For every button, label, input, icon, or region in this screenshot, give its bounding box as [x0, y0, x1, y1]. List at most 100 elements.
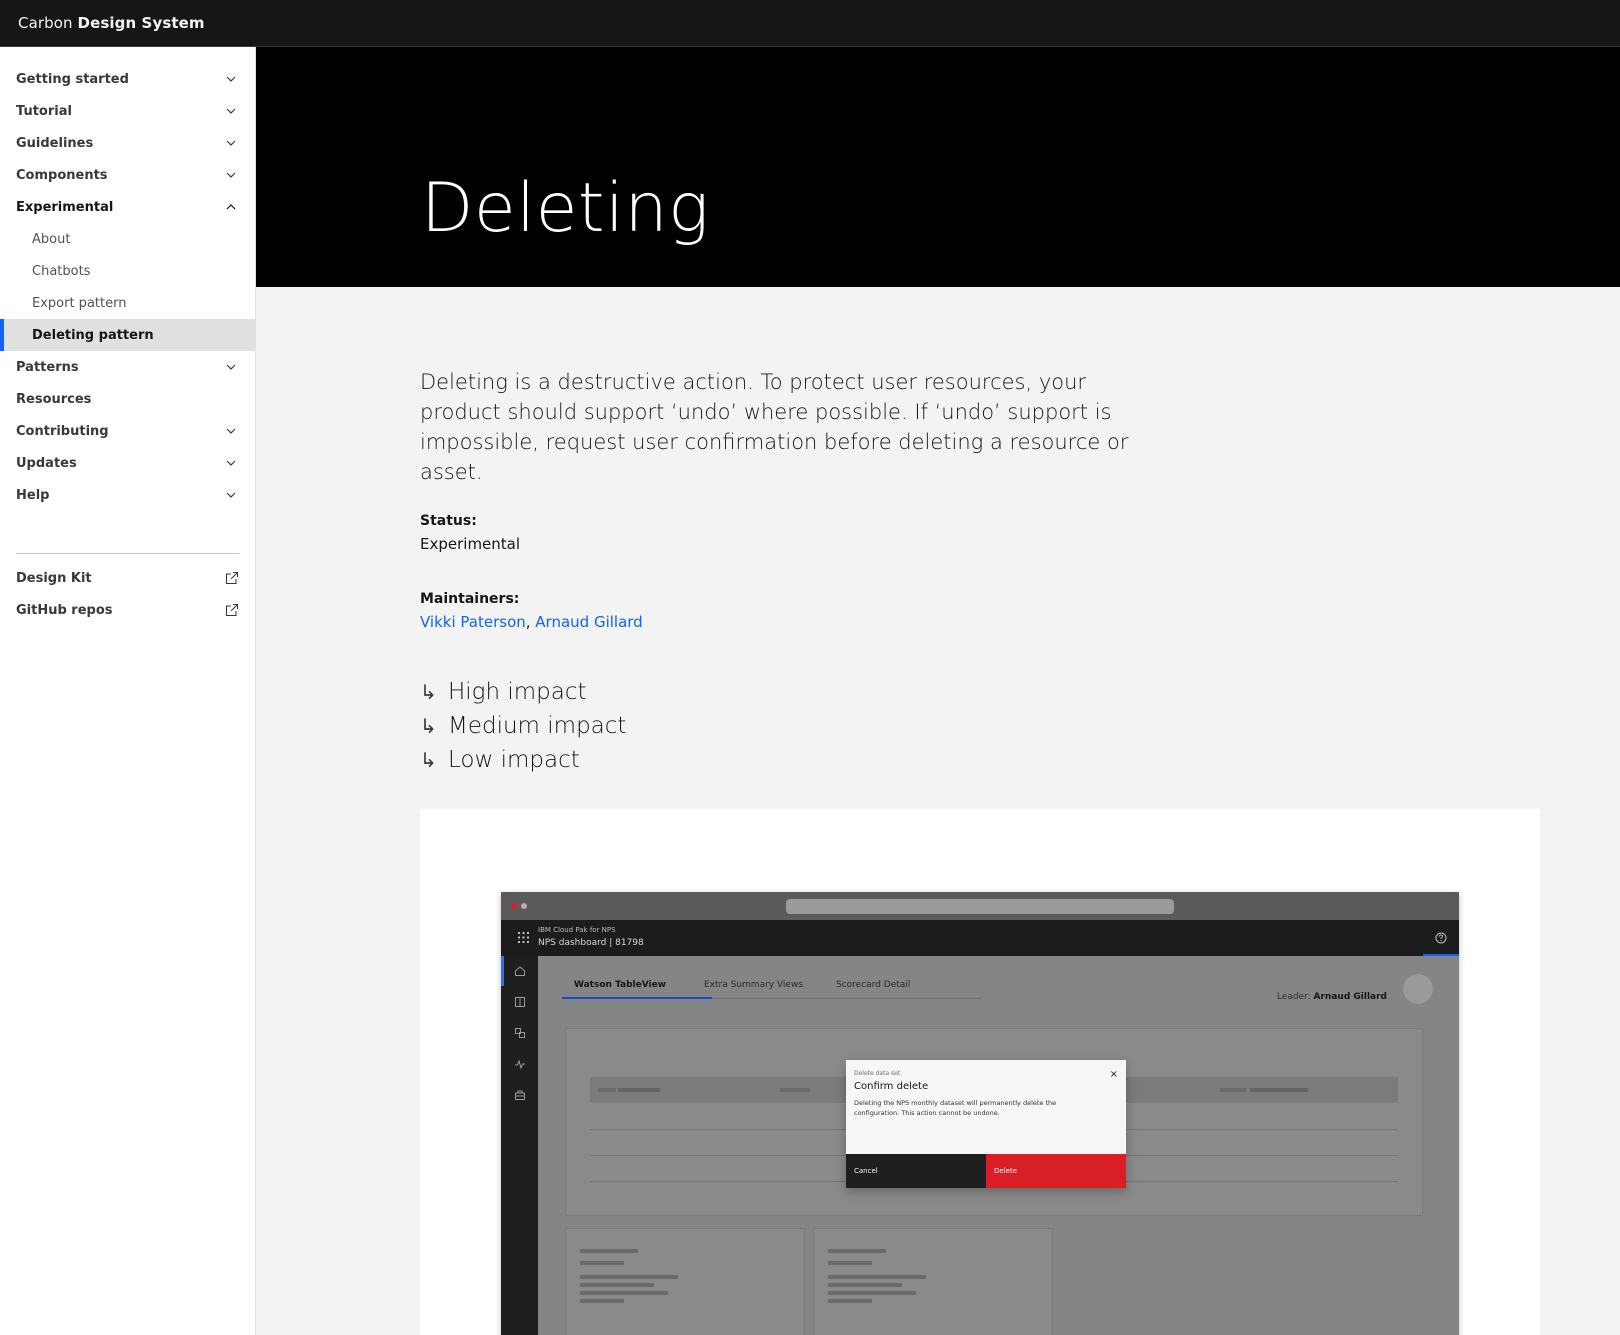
placeholder-bar: [828, 1291, 916, 1295]
mock-avatar: [1403, 974, 1433, 1004]
rail-active-indicator: [501, 956, 504, 986]
maintainer-link[interactable]: Arnaud Gillard: [535, 613, 642, 631]
status-value: Experimental: [420, 535, 521, 553]
mock-tab-watson-tableview: Watson TableView: [574, 980, 667, 990]
sidebar: Getting started Tutorial Guidelines Comp…: [0, 47, 256, 1335]
placeholder-bar: [828, 1299, 872, 1303]
sidebar-item-tutorial[interactable]: Tutorial: [0, 95, 255, 127]
sidebar-nav: Getting started Tutorial Guidelines Comp…: [0, 47, 255, 511]
maintainer-link[interactable]: Vikki Paterson: [420, 613, 526, 631]
modal-body: Deleting the NPS monthly dataset will pe…: [854, 1099, 1057, 1117]
external-links: Design Kit GitHub repos: [0, 554, 255, 626]
mock-side-rail: [501, 956, 538, 1335]
close-icon: ×: [1109, 1069, 1118, 1080]
sidebar-item-label: Getting started: [16, 71, 129, 87]
page-hero: Deleting: [256, 47, 1620, 287]
sidebar-item-components[interactable]: Components: [0, 159, 255, 191]
sidebar-subitem-deleting-pattern[interactable]: Deleting pattern: [0, 319, 255, 351]
arrow-down-right-icon: ↳: [420, 714, 437, 738]
sidebar-subitem-label: Chatbots: [32, 263, 91, 279]
placeholder-bar: [580, 1249, 638, 1253]
mock-summary-card: [813, 1228, 1053, 1335]
sidebar-item-resources[interactable]: Resources: [0, 383, 255, 415]
chevron-up-icon: [225, 201, 237, 213]
anchor-links: ↳ High impact ↳ Medium impact ↳ Low impa…: [420, 675, 626, 777]
help-icon: [1423, 920, 1459, 956]
launch-icon: [225, 603, 239, 617]
modal-title: Confirm delete: [854, 1081, 929, 1092]
maintainers-label: Maintainers:: [420, 591, 520, 607]
anchor-link-label: Low impact: [448, 747, 580, 773]
app-switcher-icon: [518, 932, 529, 943]
data-icon: [514, 1027, 526, 1039]
home-icon: [514, 965, 526, 977]
anchor-link-medium-impact[interactable]: ↳ Medium impact: [420, 709, 626, 743]
sidebar-link-github-repos[interactable]: GitHub repos: [0, 594, 255, 626]
placeholder-bar: [580, 1299, 624, 1303]
brand-name-light: Carbon: [18, 14, 73, 32]
main-content: Deleting is a destructive action. To pro…: [256, 287, 1620, 1335]
sidebar-item-updates[interactable]: Updates: [0, 447, 255, 479]
toolbox-icon: [514, 1089, 526, 1101]
mock-tab-extra-summary-views: Extra Summary Views: [704, 980, 804, 990]
sidebar-item-experimental[interactable]: Experimental: [0, 191, 255, 223]
sidebar-item-label: Contributing: [16, 423, 109, 439]
sidebar-item-label: Help: [16, 487, 50, 503]
placeholder-bar: [780, 1088, 810, 1092]
chevron-down-icon: [225, 489, 237, 501]
chevron-down-icon: [225, 425, 237, 437]
lead-paragraph: Deleting is a destructive action. To pro…: [420, 370, 1129, 484]
anchor-link-label: High impact: [448, 679, 587, 705]
sidebar-link-label: GitHub repos: [16, 602, 113, 618]
placeholder-bar: [828, 1283, 902, 1287]
sidebar-subitem-export-pattern[interactable]: Export pattern: [0, 287, 255, 319]
sidebar-item-getting-started[interactable]: Getting started: [0, 63, 255, 95]
chevron-down-icon: [225, 105, 237, 117]
sidebar-item-label: Tutorial: [16, 103, 72, 119]
sidebar-item-label: Patterns: [16, 359, 79, 375]
mock-app-header: IBM Cloud Pak for NPS NPS dashboard | 81…: [501, 920, 1459, 956]
modal-label: Delete data set: [854, 1070, 901, 1077]
browser-address-bar: [786, 899, 1174, 914]
arrow-down-right-icon: ↳: [420, 748, 437, 772]
sidebar-item-label: Experimental: [16, 199, 114, 215]
status-label: Status:: [420, 513, 477, 529]
placeholder-bar: [580, 1291, 668, 1295]
dashboard-icon: [514, 996, 526, 1008]
placeholder-bar: [618, 1088, 660, 1092]
sidebar-item-guidelines[interactable]: Guidelines: [0, 127, 255, 159]
modal-delete-button: Delete: [986, 1154, 1126, 1188]
sidebar-item-help[interactable]: Help: [0, 479, 255, 511]
sidebar-subitem-label: Export pattern: [32, 295, 127, 311]
sidebar-item-contributing[interactable]: Contributing: [0, 415, 255, 447]
anchor-link-low-impact[interactable]: ↳ Low impact: [420, 743, 626, 777]
mock-dashboard-name: NPS dashboard | 81798: [538, 938, 644, 948]
sidebar-item-patterns[interactable]: Patterns: [0, 351, 255, 383]
brand-name-bold: Design System: [77, 14, 205, 32]
maintainers-list: Vikki Paterson, Arnaud Gillard: [420, 613, 643, 631]
placeholder-bar: [1220, 1088, 1246, 1092]
confirm-delete-modal: Delete data set Confirm delete × Deletin…: [846, 1060, 1126, 1188]
placeholder-bar: [1250, 1088, 1308, 1092]
sidebar-link-label: Design Kit: [16, 570, 92, 586]
brand-logo[interactable]: Carbon Design System: [18, 14, 205, 32]
sidebar-subitem-about[interactable]: About: [0, 223, 255, 255]
browser-chrome: [501, 892, 1459, 920]
mock-tab-scorecard-detail: Scorecard Detail: [836, 980, 911, 990]
chevron-down-icon: [225, 457, 237, 469]
chevron-down-icon: [225, 137, 237, 149]
sidebar-link-design-kit[interactable]: Design Kit: [0, 562, 255, 594]
anchor-link-high-impact[interactable]: ↳ High impact: [420, 675, 626, 709]
mock-summary-card: [565, 1228, 805, 1335]
placeholder-bar: [828, 1275, 926, 1279]
sidebar-item-label: Components: [16, 167, 108, 183]
anchor-link-label: Medium impact: [448, 713, 627, 739]
modal-cancel-button: Cancel: [846, 1154, 986, 1188]
sidebar-subitem-chatbots[interactable]: Chatbots: [0, 255, 255, 287]
sidebar-subitem-label: About: [32, 231, 71, 247]
mock-leader: Leader: Arnaud Gillard: [1277, 992, 1387, 1002]
placeholder-bar: [580, 1275, 678, 1279]
placeholder-bar: [598, 1088, 616, 1092]
chevron-down-icon: [225, 169, 237, 181]
placeholder-bar: [828, 1261, 872, 1265]
